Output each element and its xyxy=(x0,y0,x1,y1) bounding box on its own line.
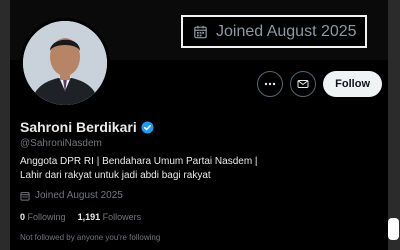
following-count: 0 xyxy=(20,212,26,222)
verified-badge-icon[interactable] xyxy=(141,120,154,134)
more-button[interactable] xyxy=(257,71,284,97)
joined-date-highlight: Joined August 2025 xyxy=(181,15,367,48)
user-handle: @SahroniNasdem xyxy=(20,138,102,149)
profile-actions: Follow xyxy=(257,71,382,97)
message-button[interactable] xyxy=(290,71,317,97)
display-name: Sahroni Berdikari xyxy=(20,119,137,135)
bio-line: Anggota DPR RI | Bendahara Umum Partai N… xyxy=(20,156,258,167)
ellipsis-icon xyxy=(264,82,276,86)
follow-stats: 0 Following 1,191 Followers xyxy=(20,212,141,222)
calendar-icon xyxy=(20,191,30,201)
followers-link[interactable]: 1,191 Followers xyxy=(78,212,142,222)
name-row: Sahroni Berdikari xyxy=(20,119,154,135)
calendar-icon xyxy=(194,25,207,38)
joined-date-highlight-text: Joined August 2025 xyxy=(216,22,357,40)
bio-line: Lahir dari rakyat untuk jadi abdi bagi r… xyxy=(20,170,211,181)
left-window-edge xyxy=(0,0,10,250)
following-link[interactable]: 0 Following xyxy=(20,212,66,222)
follow-button[interactable]: Follow xyxy=(323,71,382,97)
envelope-icon xyxy=(297,80,309,88)
right-edge-element xyxy=(388,218,399,240)
joined-date: Joined August 2025 xyxy=(20,190,123,201)
followed-by-note: Not followed by anyone you're following xyxy=(20,233,161,242)
profile-bio: Anggota DPR RI | Bendahara Umum Partai N… xyxy=(20,155,380,183)
avatar[interactable] xyxy=(20,18,110,108)
joined-date-text: Joined August 2025 xyxy=(35,190,123,201)
followers-count: 1,191 xyxy=(77,212,101,222)
avatar-photo xyxy=(23,21,107,105)
right-window-edge xyxy=(388,0,400,250)
following-label: Following xyxy=(27,212,66,222)
followers-label: Followers xyxy=(102,212,142,222)
